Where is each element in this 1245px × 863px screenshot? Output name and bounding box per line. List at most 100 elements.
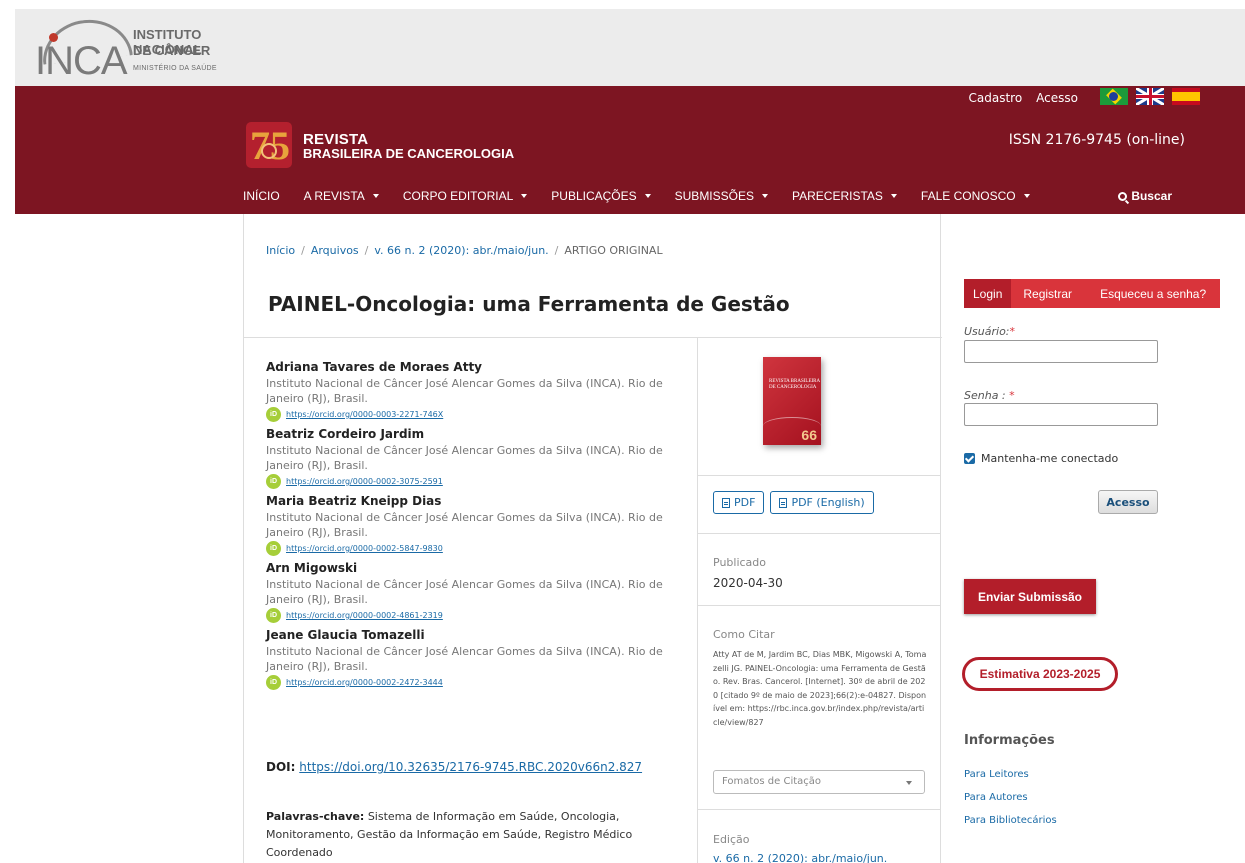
nav-label: SUBMISSÕES xyxy=(674,189,754,203)
edition-label: Edição xyxy=(713,833,750,846)
flag-uk-icon[interactable] xyxy=(1136,88,1164,105)
orcid-row: iD https://orcid.org/0000-0002-2472-3444 xyxy=(266,675,676,690)
author-affiliation: Instituto Nacional de Câncer José Alenca… xyxy=(266,377,663,405)
nav-item-a-revista[interactable]: A REVISTA xyxy=(304,189,379,203)
access-link[interactable]: Acesso xyxy=(1036,91,1078,105)
orcid-link[interactable]: https://orcid.org/0000-0002-5847-9830 xyxy=(286,544,443,553)
info-links: Para Leitores Para Autores Para Bibliote… xyxy=(964,763,1057,832)
author-name: Arn Migowski xyxy=(266,561,358,575)
journal-logo-icon[interactable]: 75 xyxy=(246,122,292,168)
orcid-row: iD https://orcid.org/0000-0002-4861-2319 xyxy=(266,608,676,623)
username-label: Usuário:* xyxy=(964,325,1015,338)
site-header: Cadastro Acesso 75 REVISTA BRASILEIRA DE… xyxy=(15,86,1245,214)
flag-spain-icon[interactable] xyxy=(1172,88,1200,105)
username-label-text: Usuário: xyxy=(964,325,1010,338)
tab-register[interactable]: Registrar xyxy=(1011,287,1072,301)
pdf-button-label: PDF xyxy=(734,496,756,509)
info-link-librarians[interactable]: Para Bibliotecários xyxy=(964,809,1057,832)
nav-item-corpo-editorial[interactable]: CORPO EDITORIAL xyxy=(402,189,528,203)
published-label: Publicado xyxy=(713,556,767,569)
nav-item-submissoes[interactable]: SUBMISSÕES xyxy=(675,189,768,203)
breadcrumb-separator: / xyxy=(554,244,559,257)
citation-formats-value: Fomatos de Citação xyxy=(722,776,822,787)
orcid-link[interactable]: https://orcid.org/0000-0002-3075-2591 xyxy=(286,477,443,486)
author-affiliation: Instituto Nacional de Câncer José Alenca… xyxy=(266,444,663,472)
nav-label: A REVISTA xyxy=(303,189,365,203)
gov-bar: INCA INSTITUTO NACIONAL DE CÂNCER MINIST… xyxy=(15,9,1245,86)
doi-label: DOI: xyxy=(266,760,296,774)
pdf-button[interactable]: PDF xyxy=(713,491,765,514)
doi-link[interactable]: https://doi.org/10.32635/2176-9745.RBC.2… xyxy=(299,760,642,774)
nav-label: CORPO EDITORIAL xyxy=(402,189,514,203)
author-name: Adriana Tavares de Moraes Atty xyxy=(266,360,483,374)
citation-text: Atty AT de M, Jardim BC, Dias MBK, Migow… xyxy=(713,650,927,727)
keywords-row: Palavras-chave: Sistema de Informação em… xyxy=(266,808,686,862)
nav-item-fale-conosco[interactable]: FALE CONOSCO xyxy=(921,189,1030,203)
language-switcher xyxy=(1100,88,1200,105)
required-mark: * xyxy=(1009,325,1016,338)
orcid-row: iD https://orcid.org/0000-0003-2271-746X xyxy=(266,407,676,422)
search-label: Buscar xyxy=(1131,189,1172,203)
tab-login[interactable]: Login xyxy=(964,279,1012,308)
caret-down-icon xyxy=(372,194,379,198)
article-main: Início / Arquivos / v. 66 n. 2 (2020): a… xyxy=(243,214,942,863)
breadcrumb-archives[interactable]: Arquivos xyxy=(311,244,359,257)
orcid-icon: iD xyxy=(266,407,281,422)
required-mark: * xyxy=(1009,389,1015,402)
orcid-link[interactable]: https://orcid.org/0000-0002-2472-3444 xyxy=(286,678,443,687)
document-icon xyxy=(779,497,788,508)
breadcrumb-home[interactable]: Início xyxy=(266,244,295,257)
divider xyxy=(697,809,941,810)
orcid-link[interactable]: https://orcid.org/0000-0003-2271-746X xyxy=(286,410,443,419)
info-link-readers[interactable]: Para Leitores xyxy=(964,763,1057,786)
orcid-icon: iD xyxy=(266,675,281,690)
caret-down-icon xyxy=(521,194,528,198)
breadcrumb: Início / Arquivos / v. 66 n. 2 (2020): a… xyxy=(266,244,663,257)
info-link-authors[interactable]: Para Autores xyxy=(964,786,1057,809)
edition-link[interactable]: v. 66 n. 2 (2020): abr./maio/jun. xyxy=(713,852,887,863)
citation-formats-select[interactable]: Fomatos de Citação xyxy=(713,770,925,794)
search-button[interactable]: Buscar xyxy=(1118,189,1172,203)
send-submission-button[interactable]: Enviar Submissão xyxy=(964,579,1096,614)
pdf-english-button[interactable]: PDF (English) xyxy=(770,491,874,514)
register-link[interactable]: Cadastro xyxy=(969,91,1023,105)
pdf-english-label: PDF (English) xyxy=(791,496,865,509)
divider xyxy=(697,533,941,534)
author-name: Jeane Glaucia Tomazelli xyxy=(266,628,425,642)
cover-title: REVISTA BRASILEIRA DE CANCEROLOGIA xyxy=(769,379,820,390)
orcid-row: iD https://orcid.org/0000-0002-5847-9830 xyxy=(266,541,676,556)
username-input[interactable] xyxy=(964,340,1158,363)
issue-cover-image[interactable]: REVISTA BRASILEIRA DE CANCEROLOGIA 66 xyxy=(763,357,821,445)
orcid-row: iD https://orcid.org/0000-0002-3075-2591 xyxy=(266,474,676,489)
inca-logo[interactable]: INCA INSTITUTO NACIONAL DE CÂNCER MINIST… xyxy=(33,15,233,83)
ministry-label: MINISTÉRIO DA SAÚDE xyxy=(133,65,217,72)
orcid-link[interactable]: https://orcid.org/0000-0002-4861-2319 xyxy=(286,611,443,620)
nav-label: INÍCIO xyxy=(243,189,280,203)
tab-forgot-password[interactable]: Esqueceu a senha? xyxy=(1072,287,1206,301)
inca-logo-word: INCA xyxy=(35,39,128,83)
login-button[interactable]: Acesso xyxy=(1098,490,1158,514)
main-nav: INÍCIO A REVISTA CORPO EDITORIAL PUBLICA… xyxy=(243,189,1054,203)
journal-title-line2[interactable]: BRASILEIRA DE CANCEROLOGIA xyxy=(303,146,514,161)
login-tabs: Login Registrar Esqueceu a senha? xyxy=(964,279,1220,308)
remember-checkbox[interactable] xyxy=(964,453,975,464)
inca-name-line2: DE CÂNCER xyxy=(133,43,211,58)
breadcrumb-current: ARTIGO ORIGINAL xyxy=(564,244,663,257)
user-links: Cadastro Acesso xyxy=(969,91,1079,105)
caret-down-icon xyxy=(644,194,651,198)
estimativa-button[interactable]: Estimativa 2023-2025 xyxy=(962,657,1118,691)
flag-brazil-icon[interactable] xyxy=(1100,88,1128,105)
remember-me: Mantenha-me conectado xyxy=(964,452,1118,465)
breadcrumb-issue[interactable]: v. 66 n. 2 (2020): abr./maio/jun. xyxy=(374,244,548,257)
nav-item-inicio[interactable]: INÍCIO xyxy=(243,189,280,203)
password-input[interactable] xyxy=(964,403,1158,426)
password-label-text: Senha : xyxy=(964,389,1010,402)
nav-item-publicacoes[interactable]: PUBLICAÇÕES xyxy=(551,189,651,203)
chevron-down-icon xyxy=(906,781,912,785)
article-title: PAINEL-Oncologia: uma Ferramenta de Gest… xyxy=(268,292,790,316)
author-entry: Maria Beatriz Kneipp Dias Instituto Naci… xyxy=(266,493,676,556)
search-icon xyxy=(1118,191,1128,201)
author-entry: Adriana Tavares de Moraes Atty Instituto… xyxy=(266,359,676,422)
nav-item-pareceristas[interactable]: PARECERISTAS xyxy=(792,189,897,203)
citation-label: Como Citar xyxy=(713,628,775,641)
